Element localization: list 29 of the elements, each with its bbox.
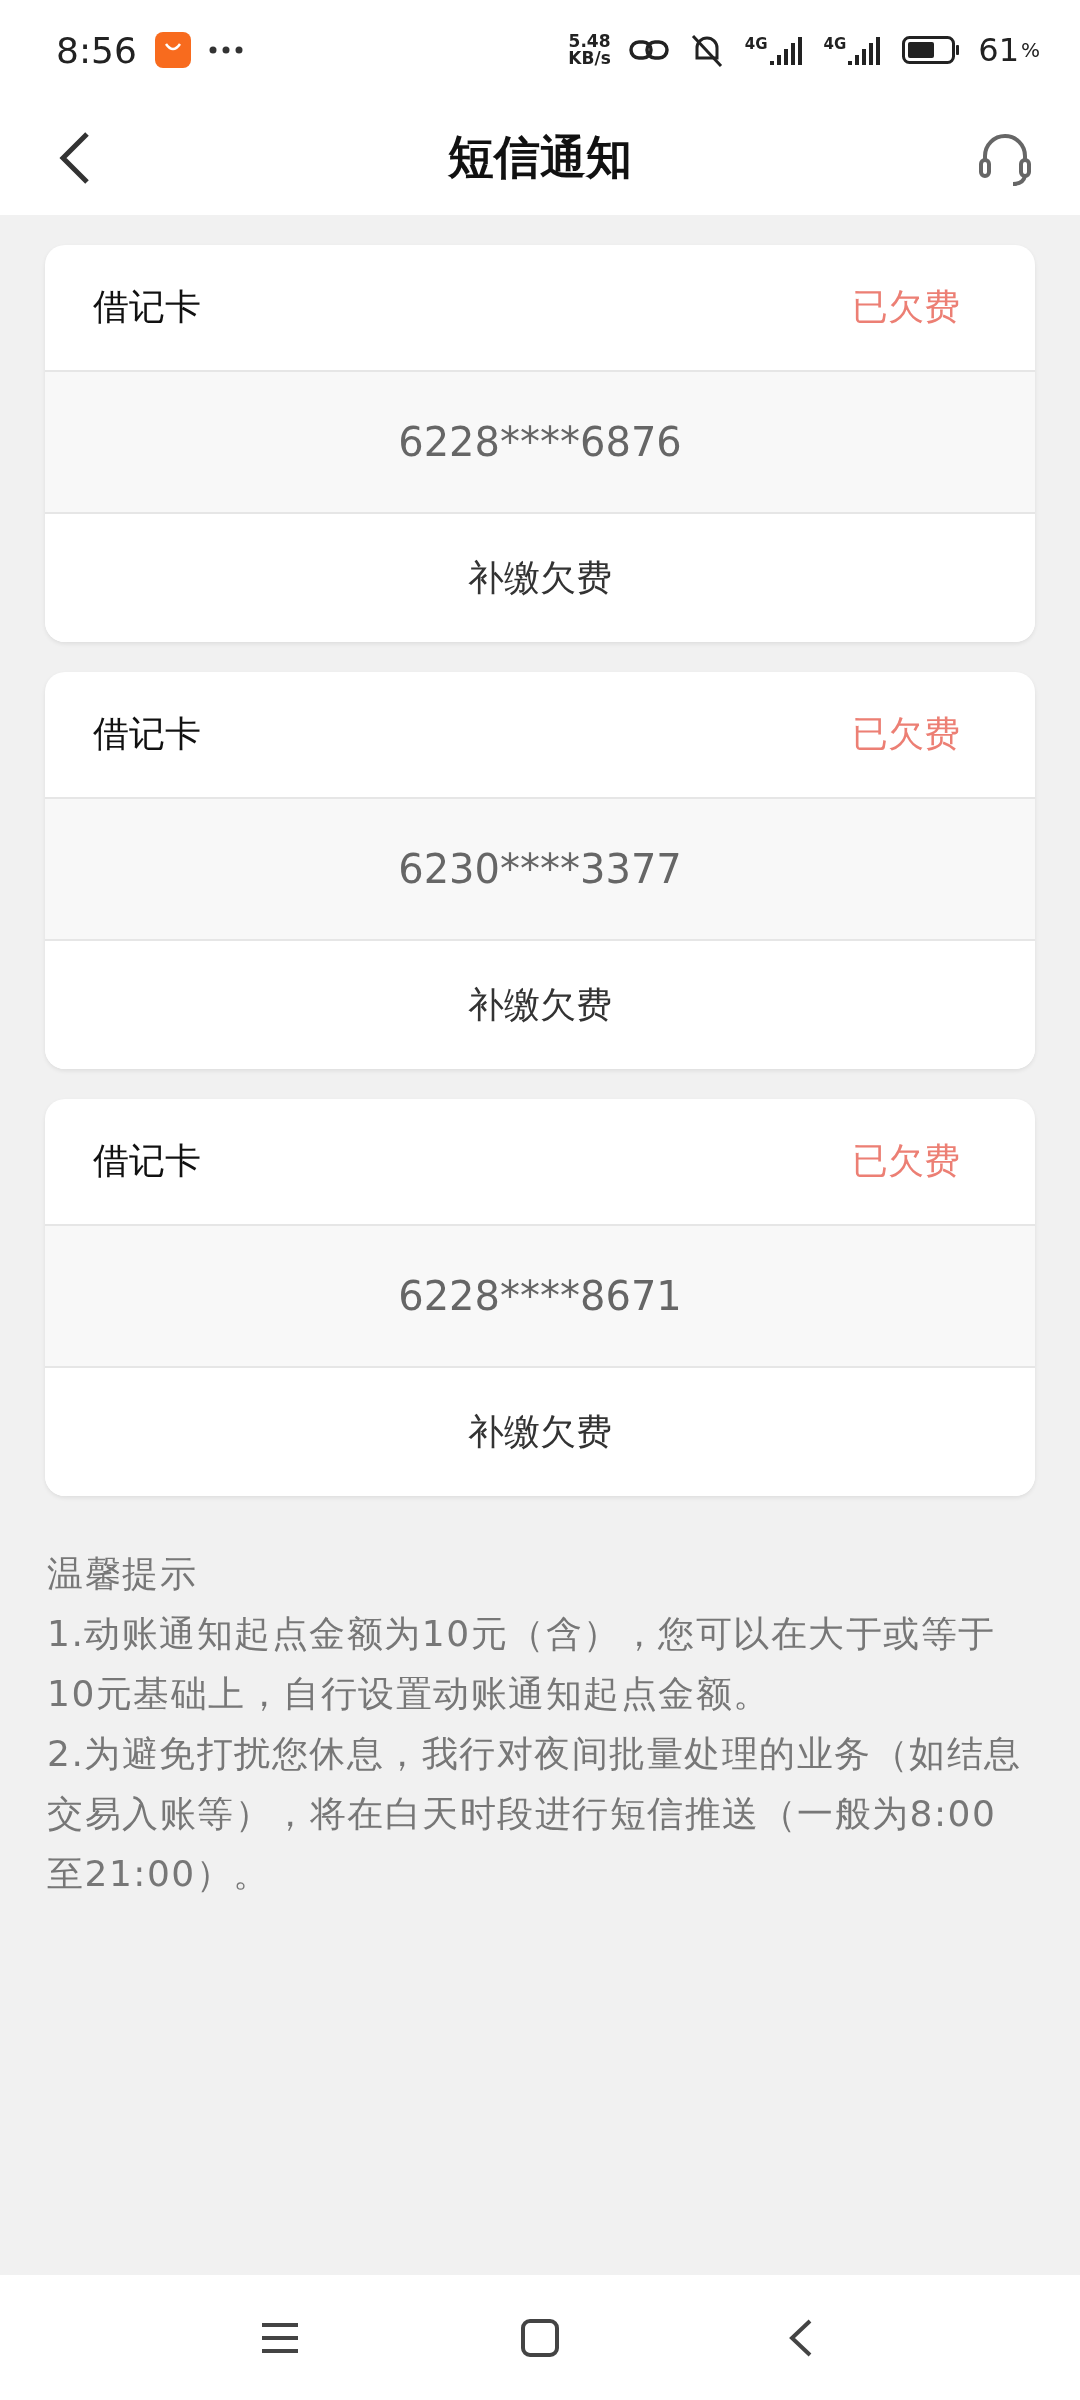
card-number: 6230****3377 [398,846,682,892]
net-speed: 5.48 [568,33,611,50]
app-icon [154,32,191,68]
tips-title: 温馨提示 [47,1552,198,1596]
card-number: 6228****6876 [398,419,682,465]
menu-icon [260,2321,300,2354]
card-type: 借记卡 [93,712,201,756]
status-time: 8:56 [56,29,137,71]
card-status: 已欠费 [852,712,960,756]
link-icon [628,38,669,62]
tip-text: 1.动账通知起点金额为10元（含），您可以在大于或等于10元基础上，自行设置动账通知起点金额。 [47,1612,997,1716]
pay-button[interactable]: 补缴欠费 [45,941,1035,1069]
network-type: 4G [744,35,768,53]
card-status: 已欠费 [852,285,960,329]
tip-text: 2.为避免打扰您休息，我行对夜间批量处理的业务（如结息交易入账等），将在白天时段进行短信推送（一般为8:00至21:00）。 [47,1732,1023,1896]
card-status: 已欠费 [852,1139,960,1183]
more-icon [208,46,243,54]
pay-button[interactable]: 补缴欠费 [45,1368,1035,1496]
card-number: 6228****8671 [398,1273,682,1319]
net-speed-unit: KB/s [568,50,611,67]
battery-icon [902,36,961,64]
page-title: 短信通知 [448,128,632,186]
card-type: 借记卡 [93,285,201,329]
network-type: 4G [823,35,847,53]
pay-button[interactable]: 补缴欠费 [45,514,1035,642]
battery-percent: 61 [978,31,1019,69]
card-type: 借记卡 [93,1139,201,1183]
percent-sign: % [1021,38,1040,62]
home-icon [520,2317,560,2358]
